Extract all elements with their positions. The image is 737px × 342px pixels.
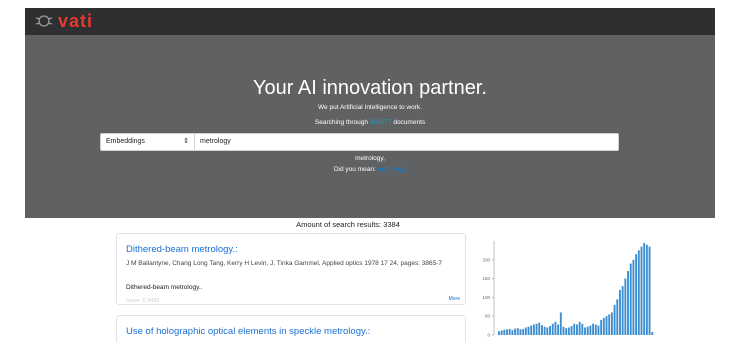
search-mode-select[interactable]: Embeddings ⇕ xyxy=(100,133,195,151)
histogram-bar[interactable] xyxy=(557,324,560,335)
histogram-bar[interactable] xyxy=(600,319,603,335)
histogram-bar[interactable] xyxy=(508,328,511,335)
histogram-svg: 0 50 100 150 200 xyxy=(482,241,654,338)
histogram-bar[interactable] xyxy=(635,254,638,335)
histogram-bar[interactable] xyxy=(605,316,608,335)
histogram-bar[interactable] xyxy=(522,328,525,335)
histogram-bar[interactable] xyxy=(514,328,517,335)
hero-section: Your AI innovation partner. We put Artif… xyxy=(25,35,715,218)
count-prefix: Searching through xyxy=(314,119,368,126)
histogram-bar[interactable] xyxy=(576,324,578,335)
histogram-bar[interactable] xyxy=(594,324,597,335)
suggestion-term: metrology, xyxy=(355,155,385,162)
document-count: 350077 xyxy=(369,119,392,126)
histogram-bar[interactable] xyxy=(511,330,514,335)
did-you-mean: Did you mean: metrology xyxy=(25,166,715,173)
histogram-bar[interactable] xyxy=(541,325,543,335)
histogram-bar[interactable] xyxy=(627,271,629,335)
hero-subtitle: We put Artificial Intelligence to work. xyxy=(318,104,422,111)
histogram-bar[interactable] xyxy=(621,286,624,335)
histogram-bar[interactable] xyxy=(648,246,651,335)
results-histogram: 0 50 100 150 200 xyxy=(470,231,660,342)
did-you-mean-link[interactable]: metrology xyxy=(378,166,407,173)
result-card: Dithered-beam metrology.: J M Ballantyne… xyxy=(116,233,466,305)
histogram-bar[interactable] xyxy=(532,324,535,335)
histogram-bar[interactable] xyxy=(535,323,538,335)
result-score: score: 0.3485 xyxy=(126,298,160,304)
histogram-bar[interactable] xyxy=(500,330,503,335)
histogram-bar[interactable] xyxy=(608,314,611,335)
histogram-bar[interactable] xyxy=(602,318,605,335)
histogram-bar[interactable] xyxy=(565,328,568,335)
histogram-bar[interactable] xyxy=(584,327,586,335)
histogram-bar[interactable] xyxy=(567,327,570,335)
hero-title: Your AI innovation partner. xyxy=(253,77,487,99)
histogram-bar[interactable] xyxy=(524,327,527,335)
histogram-bar[interactable] xyxy=(645,244,648,335)
histogram-bar[interactable] xyxy=(619,289,621,335)
histogram-bar[interactable] xyxy=(527,326,530,335)
histogram-bar[interactable] xyxy=(559,312,562,335)
result-title[interactable]: Use of holographic optical elements in s… xyxy=(126,326,370,337)
results-count: Amount of search results: 3384 xyxy=(296,220,400,229)
histogram-bar[interactable] xyxy=(503,329,506,335)
histogram-bar[interactable] xyxy=(624,278,627,335)
y-tick-label: 200 xyxy=(482,257,490,262)
histogram-bar[interactable] xyxy=(613,304,616,335)
histogram-bar[interactable] xyxy=(597,325,600,335)
result-card: Use of holographic optical elements in s… xyxy=(116,315,466,342)
histogram-bar[interactable] xyxy=(640,246,643,335)
logo-wordmark: vati xyxy=(58,11,94,31)
logo-icon xyxy=(35,15,53,27)
y-tick-label: 50 xyxy=(485,314,491,319)
y-tick-label: 100 xyxy=(482,295,490,300)
histogram-bar[interactable] xyxy=(592,323,595,335)
count-suffix: documents xyxy=(393,119,426,126)
top-navbar: vati xyxy=(25,8,715,35)
histogram-bar[interactable] xyxy=(562,326,565,335)
histogram-bar[interactable] xyxy=(589,325,592,335)
histogram-bar[interactable] xyxy=(637,250,640,335)
histogram-bar[interactable] xyxy=(578,321,581,335)
result-title[interactable]: Dithered-beam metrology.: xyxy=(126,244,238,255)
result-abstract: Dithered-beam metrology.. xyxy=(126,284,203,291)
histogram-bar[interactable] xyxy=(651,331,654,335)
histogram-bar[interactable] xyxy=(616,299,619,335)
histogram-bar[interactable] xyxy=(506,329,508,335)
histogram-bar[interactable] xyxy=(632,259,635,335)
histogram-bar[interactable] xyxy=(498,331,500,335)
histogram-bar[interactable] xyxy=(610,312,613,335)
search-bar: Embeddings ⇕ metrology xyxy=(100,133,619,151)
histogram-bar[interactable] xyxy=(519,329,522,335)
result-authors: J M Ballantyne, Chang Long Tang, Kerry H… xyxy=(126,260,443,267)
did-you-mean-label: Did you mean: xyxy=(333,166,376,173)
histogram-bar[interactable] xyxy=(546,327,549,335)
histogram-bar[interactable] xyxy=(586,326,589,335)
histogram-bar[interactable] xyxy=(573,323,576,335)
select-caret-icon: ⇕ xyxy=(183,138,189,145)
histogram-bar[interactable] xyxy=(543,326,546,335)
histogram-bar[interactable] xyxy=(643,242,646,335)
more-link[interactable]: More xyxy=(449,296,460,302)
histogram-bar[interactable] xyxy=(554,321,557,335)
histogram-bar[interactable] xyxy=(530,325,533,335)
histogram-bar[interactable] xyxy=(570,325,573,335)
histogram-bar[interactable] xyxy=(551,323,554,335)
y-tick-label: 0 xyxy=(487,333,490,338)
brand-logo[interactable]: vati xyxy=(35,11,93,31)
histogram-bar[interactable] xyxy=(581,323,584,335)
search-input[interactable]: metrology xyxy=(195,133,619,151)
histogram-bar[interactable] xyxy=(629,263,632,335)
histogram-bar[interactable] xyxy=(538,322,541,335)
search-mode-value: Embeddings xyxy=(106,138,145,145)
histogram-bar[interactable] xyxy=(516,328,519,335)
y-tick-label: 150 xyxy=(482,276,490,281)
document-count-line: Searching through 350077 documents xyxy=(25,119,715,126)
histogram-bar[interactable] xyxy=(549,325,551,335)
